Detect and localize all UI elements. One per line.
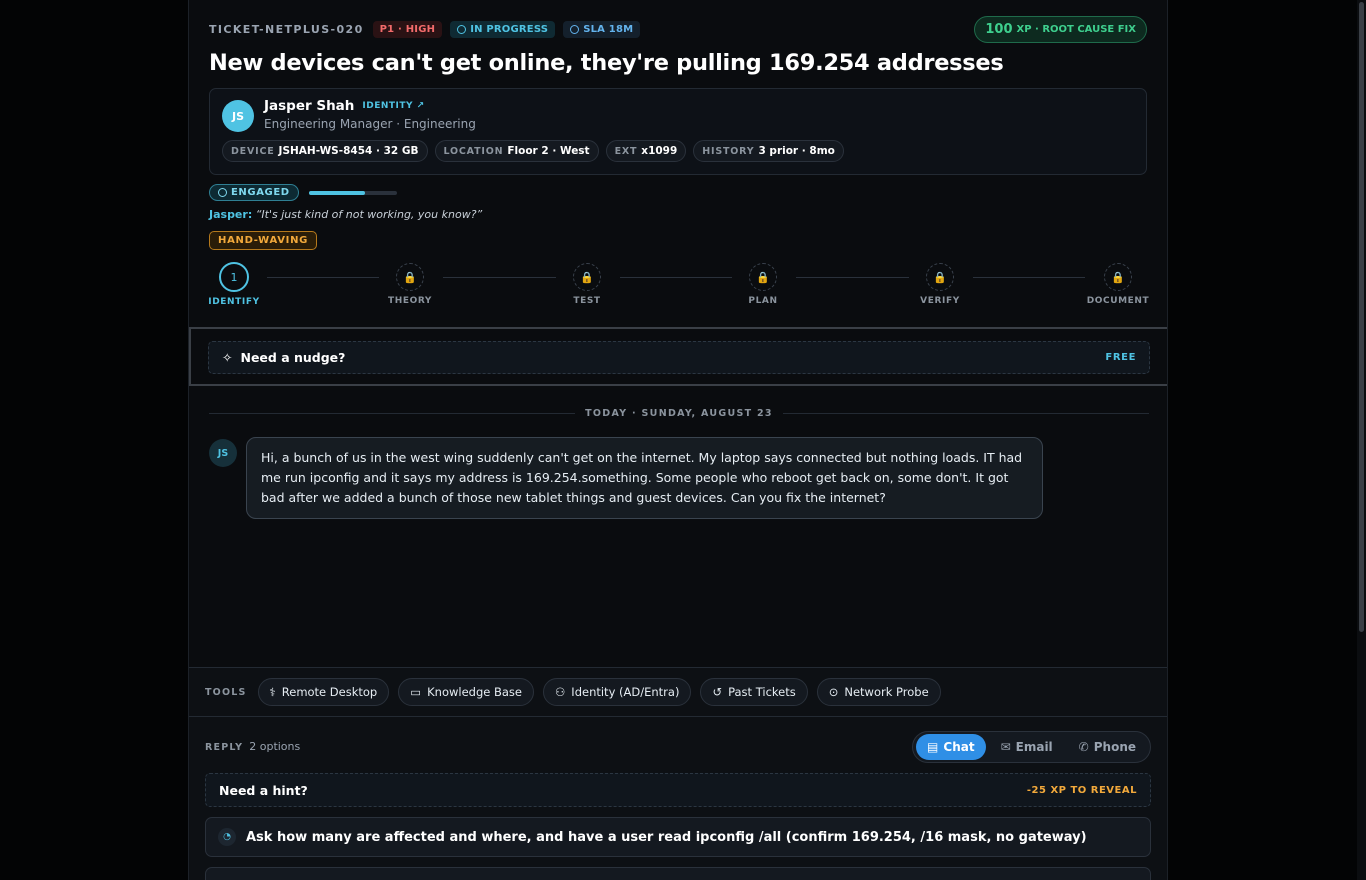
mail-icon: ✉ [1000,740,1011,754]
step-label: VERIFY [920,296,960,306]
engagement-badge: ENGAGED [209,184,299,201]
step-test[interactable]: 🔒 TEST [557,263,617,306]
engagement-meter: ENGAGED [209,184,397,201]
timer-icon [570,25,580,34]
priority-badge: P1 · HIGH [372,21,443,38]
caller-role: Engineering Manager · Engineering [264,117,476,131]
step-number: 1 [219,262,249,292]
engagement-bar [308,190,397,195]
caller-quote: Jasper: “It's just kind of not working, … [209,208,483,221]
lock-icon: 🔒 [749,263,777,291]
reply-section: REPLY 2 options ▤ Chat ✉ Email ✆ Phone Need … [189,717,1167,880]
step-label: TEST [573,296,601,306]
history-chip[interactable]: HISTORY 3 prior · 8mo [693,140,844,162]
mode-phone[interactable]: ✆ Phone [1068,734,1147,760]
ticket-header: TICKET-NETPLUS-020 P1 · HIGH IN PROGRESS… [209,16,1147,175]
message-bubble: Hi, a bunch of us in the west wing sudde… [246,437,1043,519]
step-label: IDENTIFY [208,297,260,307]
ticket-id: TICKET-NETPLUS-020 [209,23,364,36]
reply-option-hidden[interactable] [205,867,1151,880]
clock-icon [457,25,467,34]
reply-mode-switch: ▤ Chat ✉ Email ✆ Phone [912,731,1151,763]
step-label: THEORY [387,296,433,306]
ext-chip: EXT x1099 [605,140,687,162]
mode-chat[interactable]: ▤ Chat [916,734,986,760]
nudge-cost: FREE [1105,352,1136,363]
caller-name: Jasper Shah [264,98,355,114]
history-icon: ↺ [712,685,723,699]
step-document[interactable]: 🔒 DOCUMENT [1086,263,1150,306]
chat-icon: ▤ [927,740,939,754]
identity-link[interactable]: IDENTITY ↗ [362,101,424,111]
status-badge: IN PROGRESS [450,21,556,38]
tools-label: TOOLS [205,686,247,698]
person-icon: ⚇ [554,685,566,699]
ticket-panel: TICKET-NETPLUS-020 P1 · HIGH IN PROGRESS… [188,0,1168,880]
step-identify[interactable]: 1 IDENTIFY [204,262,264,307]
lock-icon: 🔒 [926,263,954,291]
tool-remote-desktop[interactable]: ⚕ Remote Desktop [257,678,390,706]
tool-past-tickets[interactable]: ↺ Past Tickets [700,678,808,706]
tool-identity[interactable]: ⚇ Identity (AD/Entra) [542,678,692,706]
reply-label: REPLY [205,742,244,753]
ticket-title: New devices can't get online, they're pu… [209,50,1004,76]
device-chip: DEVICE JSHAH-WS-8454 · 32 GB [222,140,428,162]
smile-icon [218,188,227,197]
book-icon: ▭ [410,685,422,699]
trait-badge: HAND-WAVING [209,231,318,250]
lock-icon: 🔒 [573,263,601,291]
mode-email[interactable]: ✉ Email [990,734,1064,760]
lock-icon: 🔒 [1104,263,1132,291]
nudge-button[interactable]: ✧ Need a nudge? FREE [208,341,1150,374]
stethoscope-icon: ⚕ [269,685,276,699]
xp-reward-badge: 100 XP · ROOT CAUSE FIX [974,16,1147,43]
tools-bar: TOOLS ⚕ Remote Desktop ▭ Knowledge Base ⚇ I… [189,667,1167,717]
hint-button[interactable]: Need a hint? -25 XP TO REVEAL [205,773,1151,807]
unlock-icon: ◔ [218,828,236,846]
step-label: DOCUMENT [1086,296,1150,306]
step-theory[interactable]: 🔒 THEORY [380,263,440,306]
step-verify[interactable]: 🔒 VERIFY [910,263,970,306]
lock-icon: 🔒 [396,263,424,291]
caller-avatar: JS [222,100,254,132]
sla-badge: SLA 18M [563,21,641,38]
reply-count: 2 options [249,740,301,753]
workflow-steps: 1 IDENTIFY 🔒 THEORY 🔒 TEST 🔒 PLAN 🔒 VERIFY 🔒 DOCUME… [208,262,1150,313]
step-plan[interactable]: 🔒 PLAN [733,263,793,306]
hint-cost: -25 XP TO REVEAL [1026,784,1137,796]
message-avatar: JS [209,439,237,467]
location-chip: LOCATION Floor 2 · West [434,140,599,162]
engagement-bar-fill [308,190,365,195]
caller-card: JS Jasper Shah IDENTITY ↗ Engineering Ma… [209,88,1147,175]
phone-icon: ✆ [1078,740,1089,754]
tool-knowledge-base[interactable]: ▭ Knowledge Base [398,678,534,706]
reply-option[interactable]: ◔ Ask how many are affected and where, a… [205,817,1151,857]
tool-network-probe[interactable]: ⊙ Network Probe [816,678,941,706]
step-label: PLAN [748,296,778,306]
nudge-section: ✧ Need a nudge? FREE [189,327,1167,386]
probe-icon: ⊙ [828,685,839,699]
date-divider: TODAY · SUNDAY, AUGUST 23 [209,406,1149,420]
caller-chips: DEVICE JSHAH-WS-8454 · 32 GB LOCATION Floo… [222,140,844,162]
scrollbar-thumb[interactable] [1359,2,1364,632]
sparkle-icon: ✧ [222,350,233,365]
page-scrollbar[interactable] [1357,0,1366,880]
